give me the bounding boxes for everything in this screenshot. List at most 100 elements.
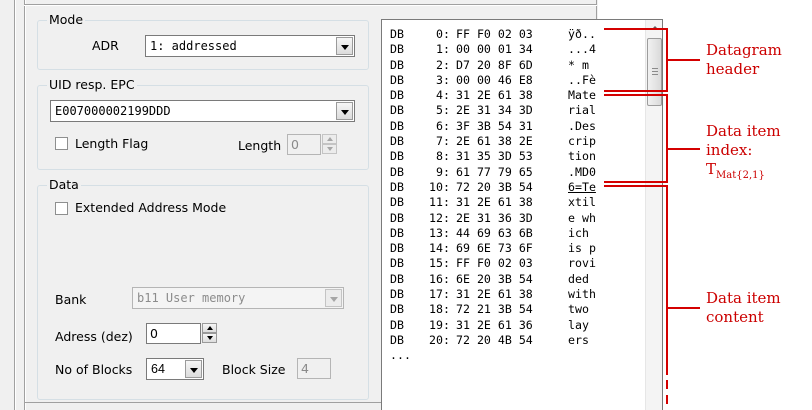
index-bracket-top <box>604 94 668 96</box>
row-hex-bytes: 31 2E 61 38 <box>456 287 533 302</box>
row-db-label: DB <box>390 103 404 118</box>
datablock-row[interactable]: DB 7: 2E 61 38 2E crip <box>390 134 596 149</box>
datablock-row[interactable]: DB 2: D7 20 8F 6D * m <box>390 58 596 73</box>
bank-select-value: b11 User memory <box>137 291 246 305</box>
datablock-row[interactable]: DB 8: 31 35 3D 53 tion <box>390 149 596 164</box>
row-db-label: DB <box>390 241 404 256</box>
bank-label: Bank <box>55 292 87 307</box>
row-ascii: with <box>568 287 596 302</box>
row-ascii: Mate <box>568 88 596 103</box>
datablock-row[interactable]: DB 18: 72 21 3B 54 two <box>390 302 596 317</box>
datablock-row[interactable]: DB 20: 72 20 4B 54 ers <box>390 333 596 348</box>
datablock-row[interactable]: DB 3: 00 00 46 E8 ..Fè <box>390 73 596 88</box>
address-field[interactable]: 0 <box>146 323 201 344</box>
stepper-down-icon[interactable] <box>322 144 337 154</box>
uid-select[interactable]: E007000002199DDD <box>50 100 355 122</box>
row-hex-bytes: 31 2E 61 38 <box>456 88 533 103</box>
stepper-up-icon[interactable] <box>322 134 337 144</box>
blocks-select[interactable]: 64 <box>146 358 204 380</box>
row-db-label: DB <box>390 164 404 179</box>
datablock-row[interactable]: DB 4: 31 2E 61 38 Mate <box>390 88 596 103</box>
datablock-row[interactable]: DB 0: FF F0 02 03 ÿð.. <box>390 27 596 42</box>
chevron-down-icon[interactable] <box>185 360 202 378</box>
header-bracket-bottom <box>604 90 668 92</box>
extended-address-checkbox[interactable] <box>55 202 68 215</box>
block-size-label: Block Size <box>222 362 286 377</box>
row-db-label: DB <box>390 27 404 41</box>
content-bracket-dash-2 <box>666 395 668 404</box>
thumb-grip-line <box>652 68 658 69</box>
row-ascii: ...4 <box>568 42 596 57</box>
adr-select[interactable]: 1: addressed <box>145 35 355 57</box>
row-db-label: DB <box>390 195 404 210</box>
bank-select[interactable]: b11 User memory <box>132 287 344 309</box>
datablock-row[interactable]: DB 17: 31 2E 61 38 with <box>390 287 596 302</box>
row-ascii: lay <box>568 317 589 332</box>
row-hex-bytes: D7 20 8F 6D <box>456 57 533 72</box>
chevron-down-icon[interactable] <box>336 102 353 120</box>
index-annotation: Data item index: TMat{2,1} <box>706 122 781 181</box>
row-hex-bytes: 31 35 3D 53 <box>456 149 533 164</box>
length-field[interactable]: 0 <box>287 134 321 155</box>
index-bracket-vertical <box>666 94 668 183</box>
row-hex-bytes: 72 21 3B 54 <box>456 302 533 317</box>
row-ascii: .Des <box>568 118 596 133</box>
row-ascii: xtil <box>568 195 596 210</box>
datablock-row[interactable]: DB 6: 3F 3B 54 31 .Des <box>390 119 596 134</box>
length-stepper[interactable] <box>322 134 337 155</box>
row-ascii: ich <box>568 225 589 240</box>
datablock-row[interactable]: DB 19: 31 2E 61 36 lay <box>390 318 596 333</box>
block-size-field[interactable]: 4 <box>297 358 331 379</box>
row-hex-bytes: FF F0 02 03 <box>456 27 533 41</box>
thumb-grip-line <box>652 74 658 75</box>
row-db-label: DB <box>390 42 404 57</box>
row-hex-bytes: 31 2E 61 36 <box>456 317 533 332</box>
row-index: 13: <box>429 225 450 240</box>
row-db-label: DB <box>390 256 404 271</box>
top-border-highlight <box>24 5 597 6</box>
length-flag-checkbox[interactable] <box>55 137 68 150</box>
row-ascii: .MD0 <box>568 164 596 179</box>
uid-legend: UID resp. EPC <box>47 77 137 92</box>
index-annotation-line2: index: <box>706 141 753 159</box>
row-db-label: DB <box>390 57 404 72</box>
length-flag-label: Length Flag <box>75 136 149 151</box>
header-bracket-top <box>604 28 668 30</box>
datablock-row[interactable]: DB 11: 31 2E 61 38 xtil <box>390 195 596 210</box>
row-hex-bytes: 61 77 79 65 <box>456 164 533 179</box>
length-label: Length <box>238 138 282 153</box>
datablock-listbox[interactable]: DB 0: FF F0 02 03 ÿð.. DB 1: 00 00 01 34 ...4 DB… <box>381 19 663 410</box>
row-ascii: is p <box>568 241 596 256</box>
row-index: 8: <box>436 149 450 164</box>
datablock-rows: DB 0: FF F0 02 03 ÿð.. DB 1: 00 00 01 34 ...4 DB… <box>390 27 596 364</box>
datablock-row[interactable]: DB 10: 72 20 3B 54 6=Te <box>390 180 596 195</box>
datablock-row[interactable]: DB 12: 2E 31 36 3D e wh <box>390 211 596 226</box>
datablock-row[interactable]: DB 5: 2E 31 34 3D rial <box>390 103 596 118</box>
row-db-label: DB <box>390 271 404 286</box>
row-hex-bytes: 00 00 01 34 <box>456 42 533 57</box>
stepper-down-icon[interactable] <box>202 333 217 343</box>
row-ascii: 6=Te <box>568 179 596 194</box>
stepper-up-icon[interactable] <box>202 323 217 333</box>
blocks-select-value: 64 <box>151 362 165 376</box>
datablock-row[interactable]: DB 14: 69 6E 73 6F is p <box>390 241 596 256</box>
address-stepper[interactable] <box>202 323 217 344</box>
length-value: 0 <box>291 137 299 152</box>
row-hex-bytes: 2E 61 38 2E <box>456 134 533 149</box>
datablock-row[interactable]: DB 13: 44 69 63 6B ich <box>390 226 596 241</box>
row-index: 3: <box>436 72 450 87</box>
datablock-row[interactable]: DB 1: 00 00 01 34 ...4 <box>390 42 596 57</box>
row-db-label: DB <box>390 287 404 302</box>
row-ascii: rovi <box>568 256 596 271</box>
row-index: 2: <box>436 57 450 72</box>
chevron-down-icon[interactable] <box>325 289 342 307</box>
index-bracket-tick <box>668 148 700 150</box>
datablock-row[interactable]: DB 16: 6E 20 3B 54 ded <box>390 272 596 287</box>
vertical-scrollbar[interactable] <box>645 20 662 410</box>
row-ascii: ers <box>568 332 589 347</box>
address-label: Adress (dez) <box>55 329 133 344</box>
datablock-row[interactable]: DB 9: 61 77 79 65 .MD0 <box>390 165 596 180</box>
row-hex-bytes: 2E 31 36 3D <box>456 210 533 225</box>
chevron-down-icon[interactable] <box>336 37 353 55</box>
datablock-row[interactable]: DB 15: FF F0 02 03 rovi <box>390 256 596 271</box>
